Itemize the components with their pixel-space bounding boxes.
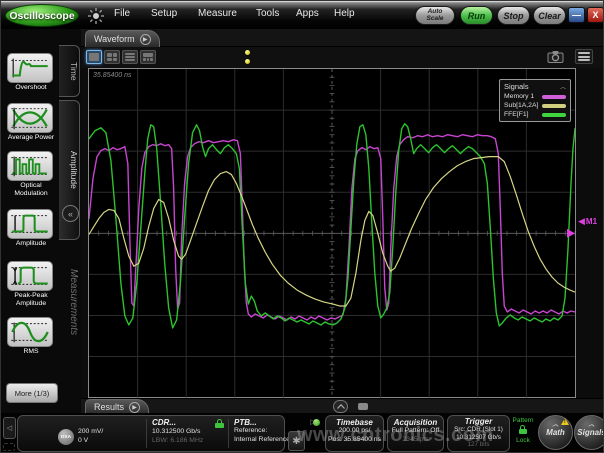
cdr-panel[interactable]: CDR... 10.312500 Gb/s LBW: 6.186 MHz (152, 418, 224, 445)
menu-tools[interactable]: Tools (256, 8, 279, 19)
measurements-strip-label: Measurements (61, 269, 79, 409)
eye-diagram-icon (7, 103, 53, 133)
tab-waveform[interactable]: Waveform ▶ (85, 30, 160, 47)
pattern-lock-indicator: Pattern Lock (512, 417, 534, 451)
sidebar-item-amplitude[interactable]: Amplitude (7, 209, 55, 248)
channel-status-group: DSA 200 mV/ 0 V CDR... 10.312500 Gb/s LB… (17, 415, 285, 452)
sidebar-item-peak-peak-amplitude[interactable]: Peak-Peak Amplitude (7, 261, 55, 308)
legend-entry-sub1a2a: Sub[1A,2A] (504, 102, 566, 109)
layout-quad-button[interactable] (104, 50, 120, 64)
legend-collapse-icon[interactable]: ︿ (560, 82, 566, 91)
collapse-sidebar-button[interactable]: « (62, 205, 79, 222)
clear-button[interactable]: Clear (533, 6, 566, 25)
display-menu-icon[interactable] (575, 49, 593, 64)
timebase-panel[interactable]: Timebase 200.00 ps/ Pos: 35.85400 ns (325, 415, 384, 452)
marker-m1-label: M1 (586, 217, 597, 226)
status-bar: ◁ DSA 200 mV/ 0 V CDR... 10.312500 Gb/s … (1, 413, 604, 453)
results-bar: Results ▶ (81, 398, 604, 413)
menu-measure[interactable]: Measure (198, 8, 237, 19)
collapse-left-button[interactable]: ◁ (3, 417, 16, 439)
trigger-panel[interactable]: Trigger Src: CDR (Slot 1) 10.312507 Gb/s… (447, 415, 510, 452)
display-toolbar (81, 47, 604, 68)
sub1a2a-color-swatch (542, 104, 566, 108)
expand-right-button[interactable]: ▷ (307, 416, 319, 428)
status-led-bottom (245, 59, 250, 64)
memory1-color-swatch (542, 95, 566, 99)
screenshot-camera-icon[interactable] (547, 50, 564, 63)
pattern-lock-icon (519, 425, 528, 434)
menu-help[interactable]: Help (334, 8, 355, 19)
status-led-top (245, 50, 250, 55)
layout-single-button[interactable] (86, 50, 102, 64)
sidebar-item-optical-modulation[interactable]: Optical Modulation (7, 151, 55, 198)
menu-setup[interactable]: Setup (151, 8, 177, 19)
signals-button[interactable]: ︿ Signals (574, 415, 604, 450)
overshoot-waveform-icon (7, 53, 53, 83)
dsa-channel-badge[interactable]: DSA (58, 429, 74, 445)
marker-m1[interactable]: ◀ M1 (578, 217, 597, 226)
more-measurements-button[interactable]: More (1/3) (6, 383, 58, 403)
titlebar: Oscilloscope File Setup Measure Tools Ap… (1, 1, 604, 29)
auto-scale-button[interactable]: Auto Scale (415, 6, 455, 25)
legend-entry-memory1: Memory 1 (504, 93, 566, 100)
acquisition-panel[interactable]: Acquisition Full Pattern: Off 2345 pts (387, 415, 444, 452)
menu-apps[interactable]: Apps (296, 8, 319, 19)
divider (146, 419, 147, 448)
timebase-position-readout: 35.85400 ns (93, 72, 132, 79)
sine-wave-icon (7, 317, 53, 347)
document-tab-bar: Waveform ▶ (81, 29, 604, 47)
close-button[interactable]: X (587, 7, 604, 23)
main-area: Waveform ▶ (81, 29, 604, 413)
measurements-sidebar: Overshoot Average Power Optical Modulati… (1, 29, 81, 413)
ffef1-color-swatch (542, 113, 566, 117)
layout-rows-button[interactable] (122, 50, 138, 64)
results-mini-icon[interactable] (358, 403, 368, 410)
marker-left-arrow-icon: ◀ (578, 217, 585, 226)
minimize-button[interactable]: — (568, 7, 585, 23)
pulse-train-icon (7, 151, 53, 181)
results-collapse-button[interactable] (333, 400, 348, 413)
math-button[interactable]: ︿ Math ! (538, 415, 573, 450)
tab-time[interactable]: Time (59, 45, 80, 97)
square-pulse-icon (7, 209, 53, 239)
waveform-display[interactable]: 35.85400 ns Signals ︿ Memory 1 Sub[1A,2A… (88, 68, 576, 398)
tab-results[interactable]: Results ▶ (85, 399, 149, 414)
results-tab-menu-icon[interactable]: ▶ (129, 402, 140, 413)
app-logo: Oscilloscope (5, 4, 79, 27)
legend-entry-ffef1: FFE[F1] (504, 111, 566, 118)
channel-scale-readout[interactable]: 200 mV/ 0 V (78, 428, 103, 445)
sidebar-item-rms[interactable]: RMS (7, 317, 55, 356)
peak-peak-icon (7, 261, 53, 291)
cdr-lock-icon (215, 419, 224, 428)
run-button[interactable]: Run (460, 6, 493, 25)
menu-file[interactable]: File (114, 8, 130, 19)
legend-title: Signals (504, 82, 529, 91)
sidebar-item-overshoot[interactable]: Overshoot (7, 53, 55, 92)
divider (228, 419, 229, 448)
tab-menu-icon[interactable]: ▶ (140, 34, 151, 45)
layout-mixed-button[interactable] (140, 50, 156, 64)
brightness-icon[interactable] (87, 7, 105, 25)
math-warning-icon: ! (561, 418, 569, 425)
signals-legend: Signals ︿ Memory 1 Sub[1A,2A] FFE[F1] (499, 79, 571, 122)
oscilloscope-window: Oscilloscope File Setup Measure Tools Ap… (0, 0, 604, 453)
sidebar-item-average-power[interactable]: Average Power (7, 103, 55, 142)
hidden-panel-icon (3, 443, 15, 451)
settings-gear-button[interactable]: ✱ (288, 431, 305, 451)
stop-button[interactable]: Stop (497, 6, 530, 25)
